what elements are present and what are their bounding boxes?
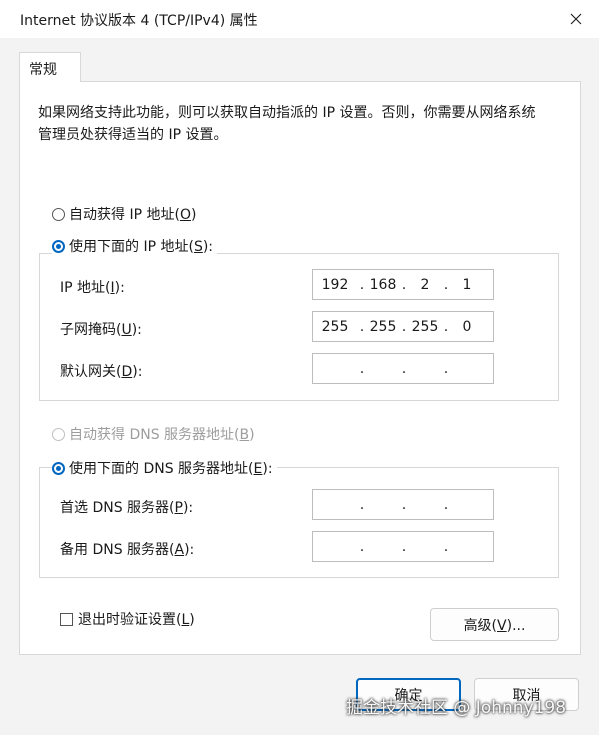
- advanced-button-label: 高级(V)...: [463, 617, 526, 634]
- tab-general[interactable]: 常规: [19, 52, 81, 82]
- watermark-text: 掘金技术社区 @ Johnny198: [346, 698, 567, 718]
- subnet-mask-label: 子网掩码(U):: [60, 322, 142, 338]
- default-gateway-label: 默认网关(D):: [60, 364, 143, 380]
- close-button[interactable]: [553, 0, 599, 38]
- window-title: Internet 协议版本 4 (TCP/IPv4) 属性: [20, 13, 258, 29]
- manual-ip-radio-option[interactable]: 使用下面的 IP 地址(S):: [52, 236, 218, 256]
- description-text: 如果网络支持此功能，则可以获取自动指派的 IP 设置。否则，你需要从网络系统管理…: [38, 105, 536, 143]
- preferred-dns-input[interactable]: . . .: [312, 489, 494, 520]
- ip-address-input[interactable]: 192. 168. 2. 1: [312, 269, 494, 300]
- default-gateway-input[interactable]: . . .: [312, 353, 494, 384]
- manual-dns-radio-option[interactable]: 使用下面的 DNS 服务器地址(E):: [52, 458, 277, 478]
- manual-dns-radio[interactable]: [52, 461, 65, 475]
- tab-general-label: 常规: [29, 62, 57, 78]
- manual-ip-radio[interactable]: [52, 239, 65, 253]
- title-bar: Internet 协议版本 4 (TCP/IPv4) 属性: [0, 0, 599, 38]
- validate-settings-checkbox[interactable]: [60, 612, 73, 626]
- ip-octet[interactable]: 168: [367, 277, 399, 293]
- ip-octet[interactable]: 2: [409, 277, 441, 293]
- ip-octet[interactable]: 192: [313, 277, 357, 293]
- auto-dns-radio[interactable]: [52, 427, 65, 441]
- advanced-button[interactable]: 高级(V)...: [430, 608, 559, 641]
- manual-ip-radio-label: 使用下面的 IP 地址(S):: [69, 239, 214, 255]
- tab-strip: 常规: [0, 38, 599, 82]
- ip-address-label: IP 地址(I):: [60, 280, 125, 296]
- close-icon: [570, 13, 582, 25]
- auto-dns-radio-label: 自动获得 DNS 服务器地址(B): [69, 427, 255, 443]
- ip-octet[interactable]: 255: [313, 319, 357, 335]
- subnet-mask-input[interactable]: 255. 255. 255. 0: [312, 311, 494, 342]
- ip-octet[interactable]: 1: [451, 277, 483, 293]
- validate-settings-label: 退出时验证设置(L): [78, 612, 195, 628]
- auto-ip-radio-label: 自动获得 IP 地址(O): [69, 207, 197, 223]
- manual-dns-radio-label: 使用下面的 DNS 服务器地址(E):: [69, 461, 273, 477]
- validate-settings-option[interactable]: 退出时验证设置(L): [60, 609, 195, 629]
- auto-dns-radio-option[interactable]: 自动获得 DNS 服务器地址(B): [52, 424, 259, 444]
- ip-octet[interactable]: 0: [451, 319, 483, 335]
- preferred-dns-label: 首选 DNS 服务器(P):: [60, 500, 194, 516]
- alternate-dns-input[interactable]: . . .: [312, 531, 494, 562]
- auto-ip-radio[interactable]: [52, 207, 65, 221]
- ip-octet[interactable]: 255: [367, 319, 399, 335]
- alternate-dns-label: 备用 DNS 服务器(A):: [60, 542, 195, 558]
- ip-octet[interactable]: 255: [409, 319, 441, 335]
- auto-ip-radio-option[interactable]: 自动获得 IP 地址(O): [52, 204, 201, 224]
